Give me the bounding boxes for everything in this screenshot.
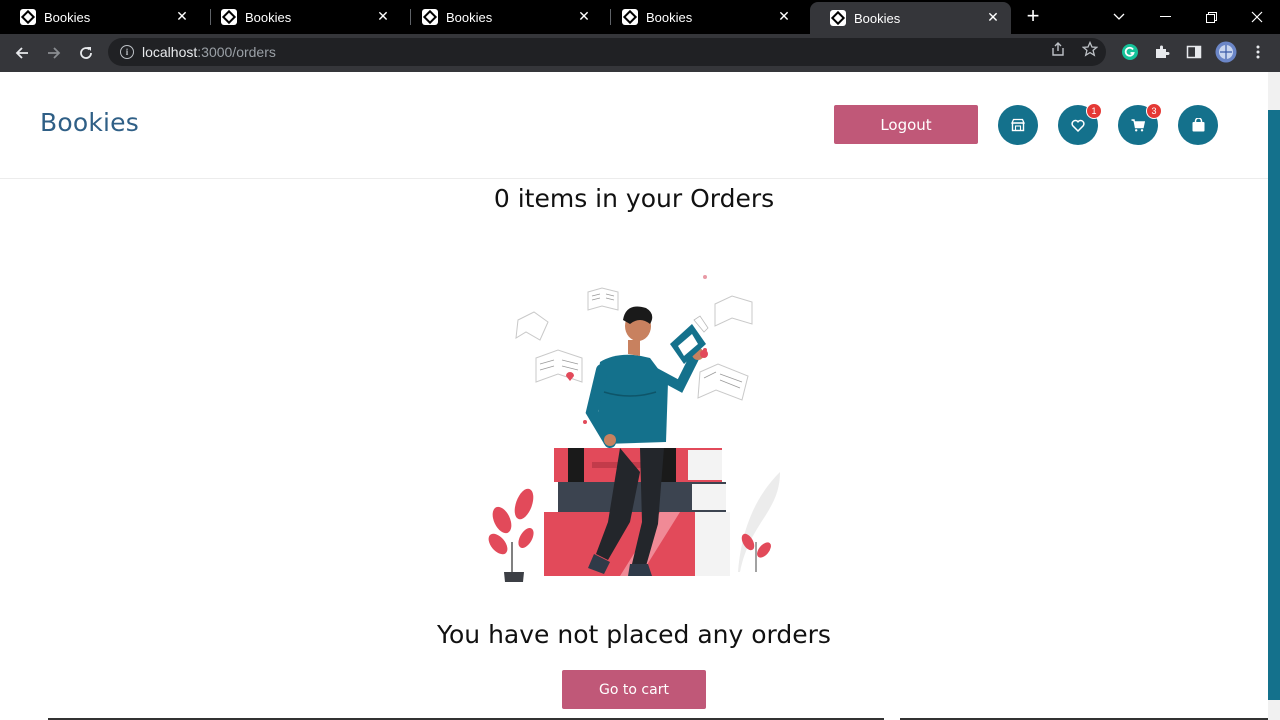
store-icon <box>1011 118 1025 132</box>
url-path: :3000/orders <box>197 44 276 60</box>
back-arrow-icon[interactable] <box>10 41 34 65</box>
site-favicon-icon <box>20 9 36 25</box>
tab-title: Bookies <box>44 9 91 25</box>
browser-toolbar: i localhost:3000/orders <box>0 34 1280 72</box>
wishlist-button[interactable]: 1 <box>1058 103 1102 145</box>
site-favicon-icon <box>422 9 438 25</box>
reading-person-illustration <box>488 275 780 582</box>
site-favicon-icon <box>221 9 237 25</box>
site-header: Bookies Logout 1 3 <box>0 72 1268 179</box>
heart-icon <box>1071 119 1085 132</box>
cart-count-badge: 3 <box>1146 103 1162 119</box>
shopping-bag-icon <box>1192 118 1204 132</box>
share-icon[interactable] <box>1047 38 1069 60</box>
address-bar[interactable]: i localhost:3000/orders <box>108 38 1106 66</box>
orders-button[interactable] <box>1178 105 1218 145</box>
orders-heading: 0 items in your Orders <box>493 184 775 213</box>
close-tab-icon[interactable]: ✕ <box>174 9 190 25</box>
site-favicon-icon <box>622 9 638 25</box>
forward-arrow-icon[interactable] <box>42 41 66 65</box>
store-button[interactable] <box>998 105 1038 145</box>
browser-tab-active[interactable]: Bookies ✕ <box>810 2 1011 34</box>
minimize-button[interactable] <box>1142 0 1188 34</box>
side-panel-icon[interactable] <box>1185 43 1203 61</box>
bookmark-star-icon[interactable] <box>1079 38 1101 60</box>
logout-button[interactable]: Logout <box>834 105 978 144</box>
close-tab-icon[interactable]: ✕ <box>985 10 1001 26</box>
page-viewport: Bookies Logout 1 3 0 items in your Order… <box>0 72 1268 720</box>
site-favicon-icon <box>830 10 846 26</box>
browser-tab-strip: Bookies ✕ Bookies ✕ Bookies ✕ Bookies ✕ … <box>0 0 1280 34</box>
url-host: localhost <box>142 44 198 60</box>
new-tab-button[interactable]: + <box>1022 5 1044 27</box>
site-info-icon[interactable]: i <box>120 45 134 59</box>
reload-icon[interactable] <box>74 41 98 65</box>
browser-menu-icon[interactable] <box>1249 43 1267 61</box>
close-window-button[interactable] <box>1234 0 1280 34</box>
extensions-puzzle-icon[interactable] <box>1153 43 1171 61</box>
tab-title: Bookies <box>646 9 693 25</box>
browser-tab[interactable]: Bookies ✕ <box>602 0 802 34</box>
close-tab-icon[interactable]: ✕ <box>576 9 592 25</box>
profile-avatar[interactable] <box>1215 41 1237 63</box>
page-scrollbar-thumb[interactable] <box>1268 110 1280 700</box>
cart-icon <box>1131 118 1145 131</box>
close-tab-icon[interactable]: ✕ <box>776 9 792 25</box>
restore-button[interactable] <box>1188 0 1234 34</box>
grammarly-icon[interactable] <box>1121 43 1139 61</box>
browser-tab[interactable]: Bookies ✕ <box>201 0 401 34</box>
tab-title: Bookies <box>245 9 292 25</box>
tab-title: Bookies <box>446 9 493 25</box>
tab-title: Bookies <box>854 10 901 26</box>
browser-tab[interactable]: Bookies ✕ <box>0 0 200 34</box>
browser-tab[interactable]: Bookies ✕ <box>402 0 602 34</box>
cart-button[interactable]: 3 <box>1118 103 1162 145</box>
tab-search-icon[interactable] <box>1096 0 1142 34</box>
url-text: localhost:3000/orders <box>142 44 276 60</box>
no-orders-message: You have not placed any orders <box>437 620 831 649</box>
close-tab-icon[interactable]: ✕ <box>375 9 391 25</box>
brand-logo[interactable]: Bookies <box>40 108 139 137</box>
go-to-cart-button[interactable]: Go to cart <box>562 670 706 709</box>
wishlist-count-badge: 1 <box>1086 103 1102 119</box>
